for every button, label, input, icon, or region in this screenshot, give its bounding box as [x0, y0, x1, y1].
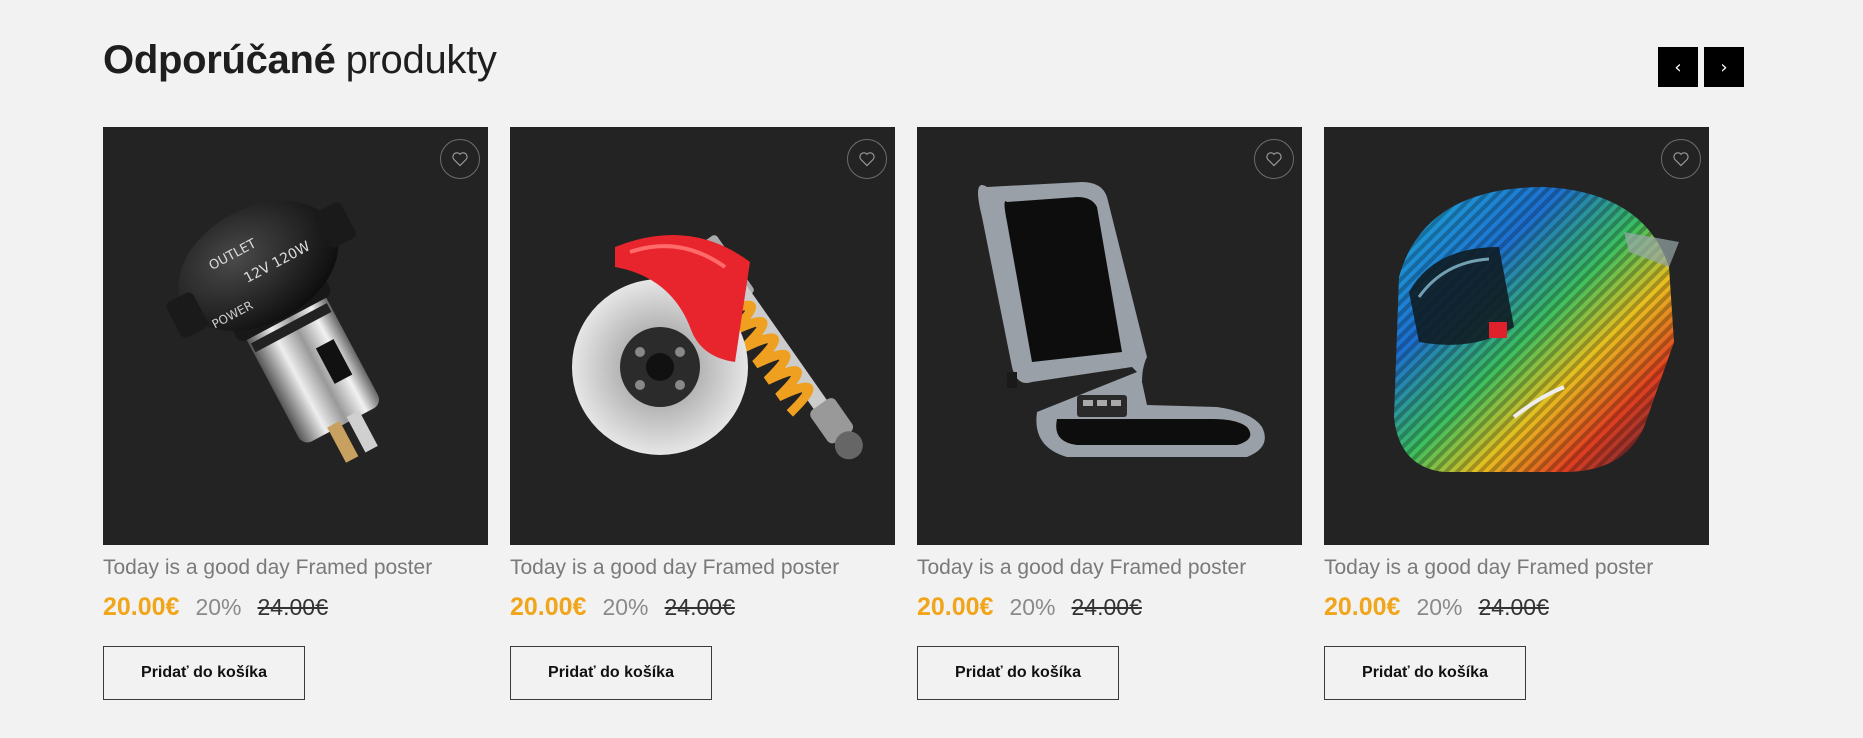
add-to-cart-button[interactable]: Pridať do košíka	[510, 646, 712, 700]
discount-badge: 20%	[1416, 594, 1463, 620]
heart-icon	[1673, 152, 1689, 167]
product-price: 20.00€	[917, 593, 994, 621]
old-price: 24.00€	[257, 594, 328, 620]
discount-badge: 20%	[1009, 594, 1056, 620]
seat-cushion-image	[978, 182, 1265, 457]
product-price: 20.00€	[510, 593, 587, 621]
carousel-prev-button[interactable]: ‹	[1658, 47, 1698, 87]
heart-icon	[859, 152, 875, 167]
add-to-cart-button[interactable]: Pridať do košíka	[917, 646, 1119, 700]
product-card: Today is a good day Framed poster 20.00€…	[917, 127, 1302, 700]
wishlist-button[interactable]	[440, 139, 480, 179]
wishlist-button[interactable]	[1254, 139, 1294, 179]
product-image-link[interactable]	[1324, 127, 1709, 545]
section-title-bold: Odporúčané	[103, 37, 336, 82]
chevron-right-icon: ›	[1720, 56, 1728, 78]
product-title[interactable]: Today is a good day Framed poster	[917, 555, 1302, 581]
price-row: 20.00€ 20% 24.00€	[510, 593, 895, 623]
old-price: 24.00€	[1071, 594, 1142, 620]
price-row: 20.00€ 20% 24.00€	[103, 593, 488, 623]
section-header: Odporúčané produkty	[103, 30, 497, 90]
brake-disc-shock-image	[572, 235, 863, 460]
product-list: OUTLET 12V 120W POWER Today is a good da…	[103, 127, 1709, 700]
discount-badge: 20%	[195, 594, 242, 620]
wishlist-button[interactable]	[1661, 139, 1701, 179]
motorcycle-helmet-image	[1394, 187, 1679, 472]
heart-icon	[1266, 152, 1282, 167]
section-title: Odporúčané produkty	[103, 38, 497, 83]
price-row: 20.00€ 20% 24.00€	[917, 593, 1302, 623]
carousel-nav: ‹ ›	[1658, 47, 1744, 87]
product-title[interactable]: Today is a good day Framed poster	[1324, 555, 1709, 581]
power-outlet-image: OUTLET 12V 120W POWER	[166, 200, 380, 463]
product-image-link[interactable]	[510, 127, 895, 545]
product-title[interactable]: Today is a good day Framed poster	[103, 555, 488, 581]
product-card: Today is a good day Framed poster 20.00€…	[1324, 127, 1709, 700]
add-to-cart-button[interactable]: Pridať do košíka	[1324, 646, 1526, 700]
product-image-link[interactable]	[917, 127, 1302, 545]
chevron-left-icon: ‹	[1674, 56, 1682, 78]
section-title-light: produkty	[345, 37, 497, 82]
product-price: 20.00€	[1324, 593, 1401, 621]
old-price: 24.00€	[1478, 594, 1549, 620]
product-card: Today is a good day Framed poster 20.00€…	[510, 127, 895, 700]
product-price: 20.00€	[103, 593, 180, 621]
carousel-next-button[interactable]: ›	[1704, 47, 1744, 87]
heart-icon	[452, 152, 468, 167]
old-price: 24.00€	[664, 594, 735, 620]
product-card: OUTLET 12V 120W POWER Today is a good da…	[103, 127, 488, 700]
add-to-cart-button[interactable]: Pridať do košíka	[103, 646, 305, 700]
discount-badge: 20%	[602, 594, 649, 620]
wishlist-button[interactable]	[847, 139, 887, 179]
product-title[interactable]: Today is a good day Framed poster	[510, 555, 895, 581]
price-row: 20.00€ 20% 24.00€	[1324, 593, 1709, 623]
product-image-link[interactable]: OUTLET 12V 120W POWER	[103, 127, 488, 545]
